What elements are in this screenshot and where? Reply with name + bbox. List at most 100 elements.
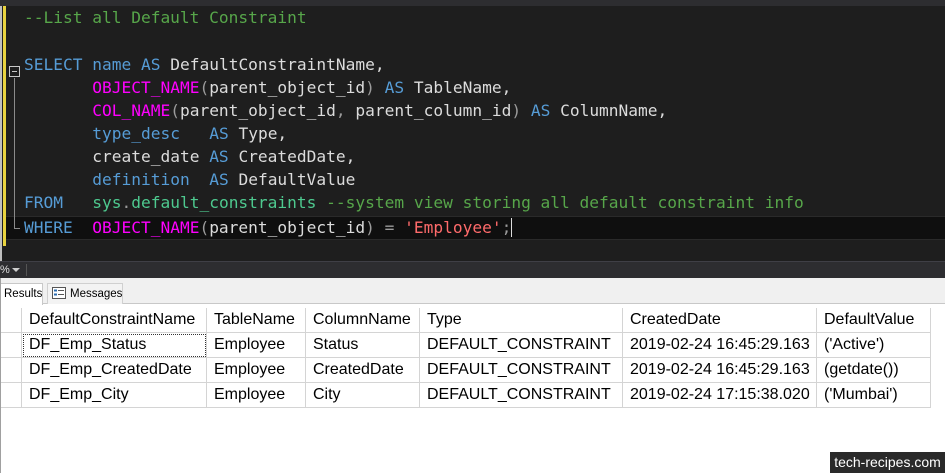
grid-cell[interactable]: 2019-02-24 17:15:38.020 [623,383,817,408]
dot-token: . [121,193,131,212]
as-keyword: AS [209,147,229,166]
messages-icon [52,287,66,299]
table-row: DF_Emp_CreatedDate Employee CreatedDate … [1,358,945,383]
paren-token: ( [170,101,180,120]
code-line-9[interactable]: FROM sys.default_constraints --system vi… [24,191,804,214]
alias-token: Type, [238,124,287,143]
grid-header-row: DefaultConstraintName TableName ColumnNa… [1,308,945,333]
paren-token: ) [365,78,375,97]
function-token: COL_NAME [92,101,170,120]
paren-token: ) [511,101,521,120]
change-tracking-bar [3,6,6,246]
grid-cell[interactable]: ('Mumbai') [817,383,931,408]
grid-cell[interactable]: (getdate()) [817,358,931,383]
alias-token: DefaultConstraintName, [170,55,384,74]
tab-messages-label: Messages [70,288,122,300]
from-keyword: FROM [24,193,63,212]
function-token: OBJECT_NAME [92,78,199,97]
code-line-5[interactable]: COL_NAME(parent_object_id, parent_column… [24,99,667,122]
function-token: OBJECT_NAME [92,218,199,237]
string-literal-token: 'Employee' [404,218,501,237]
results-pane: Results Messages DefaultConstraintName T… [0,278,945,473]
column-token: type_desc [92,124,180,143]
column-header[interactable]: Type [420,308,623,333]
code-line-4[interactable]: OBJECT_NAME(parent_object_id) AS TableNa… [24,76,511,99]
grid-cell[interactable]: 2019-02-24 16:45:29.163 [623,333,817,358]
zoom-level[interactable]: % [0,262,10,278]
grid-cell[interactable]: DF_Emp_CreatedDate [22,358,207,383]
column-header[interactable]: CreatedDate [623,308,817,333]
editor-left-border [0,6,2,261]
grid-cell[interactable]: DF_Emp_Status [22,333,207,358]
schema-token: sys [92,193,121,212]
column-header[interactable]: DefaultConstraintName [22,308,207,333]
column-header[interactable]: DefaultValue [817,308,931,333]
zoom-strip: % [0,261,945,278]
alias-token: ColumnName, [560,101,667,120]
as-keyword: AS [209,124,229,143]
grid-cell[interactable]: DEFAULT_CONSTRAINT [420,383,623,408]
code-line-6[interactable]: type_desc AS Type, [24,122,287,145]
comment-token: --List all Default Constraint [24,8,307,27]
system-view-token: default_constraints [131,193,316,212]
outline-guide-end [14,228,20,229]
grid-cell[interactable]: CreatedDate [306,358,420,383]
as-keyword: AS [531,101,551,120]
name-column-token: name [92,55,131,74]
column-header[interactable]: ColumnName [306,308,420,333]
identifier-token: parent_column_id [355,101,511,120]
grid-cell[interactable]: Employee [207,383,306,408]
collapse-icon[interactable] [9,66,20,77]
tab-results[interactable]: Results [1,283,43,305]
column-token: definition [92,170,189,189]
grid-corner[interactable] [1,308,22,333]
query-editor[interactable]: --List all Default Constraint SELECT nam… [0,6,945,261]
grid-cell[interactable]: DEFAULT_CONSTRAINT [420,333,623,358]
alias-token: DefaultValue [238,170,355,189]
grid-cell[interactable]: DEFAULT_CONSTRAINT [420,358,623,383]
operator-token: = [385,218,395,237]
identifier-token: parent_object_id [180,101,336,120]
zoom-separator [26,264,27,276]
paren-token: ( [199,78,209,97]
code-line-1[interactable]: --List all Default Constraint [24,6,307,29]
code-line-8[interactable]: definition AS DefaultValue [24,168,355,191]
tab-messages[interactable]: Messages [47,283,123,304]
paren-token: ) [365,218,375,237]
identifier-token: parent_object_id [209,78,365,97]
grid-cell[interactable]: DF_Emp_City [22,383,207,408]
watermark: tech-recipes.com [830,452,945,473]
table-row: DF_Emp_City Employee City DEFAULT_CONSTR… [1,383,945,408]
grid-cell[interactable]: Employee [207,358,306,383]
paren-token: ( [199,218,209,237]
select-keyword: SELECT [24,55,82,74]
where-keyword: WHERE [24,218,73,237]
as-keyword: AS [385,78,405,97]
text-caret [511,218,512,237]
grid-cell[interactable]: Status [306,333,420,358]
code-line-3[interactable]: SELECT name AS DefaultConstraintName, [24,53,385,76]
row-header[interactable] [1,383,22,408]
column-token: create_date [92,147,199,166]
comment-token: --system view storing all default constr… [326,193,804,212]
semicolon-token: ; [502,218,512,237]
results-tab-bar: Results Messages [1,278,945,304]
table-row: DF_Emp_Status Employee Status DEFAULT_CO… [1,333,945,358]
grid-cell[interactable]: 2019-02-24 16:45:29.163 [623,358,817,383]
as-keyword: AS [141,55,161,74]
code-line-7[interactable]: create_date AS CreatedDate, [24,145,355,168]
alias-token: CreatedDate, [238,147,355,166]
outline-guide-line [14,78,15,228]
comma-token: , [336,101,346,120]
grid-cell[interactable]: City [306,383,420,408]
zoom-dropdown-icon[interactable] [12,268,20,272]
column-header[interactable]: TableName [207,308,306,333]
grid-cell[interactable]: ('Active') [817,333,931,358]
tab-results-label: Results [4,288,42,300]
code-line-10[interactable]: WHERE OBJECT_NAME(parent_object_id) = 'E… [24,216,512,239]
grid-cell[interactable]: Employee [207,333,306,358]
as-keyword: AS [209,170,229,189]
row-header[interactable] [1,358,22,383]
row-header[interactable] [1,333,22,358]
identifier-token: parent_object_id [209,218,365,237]
